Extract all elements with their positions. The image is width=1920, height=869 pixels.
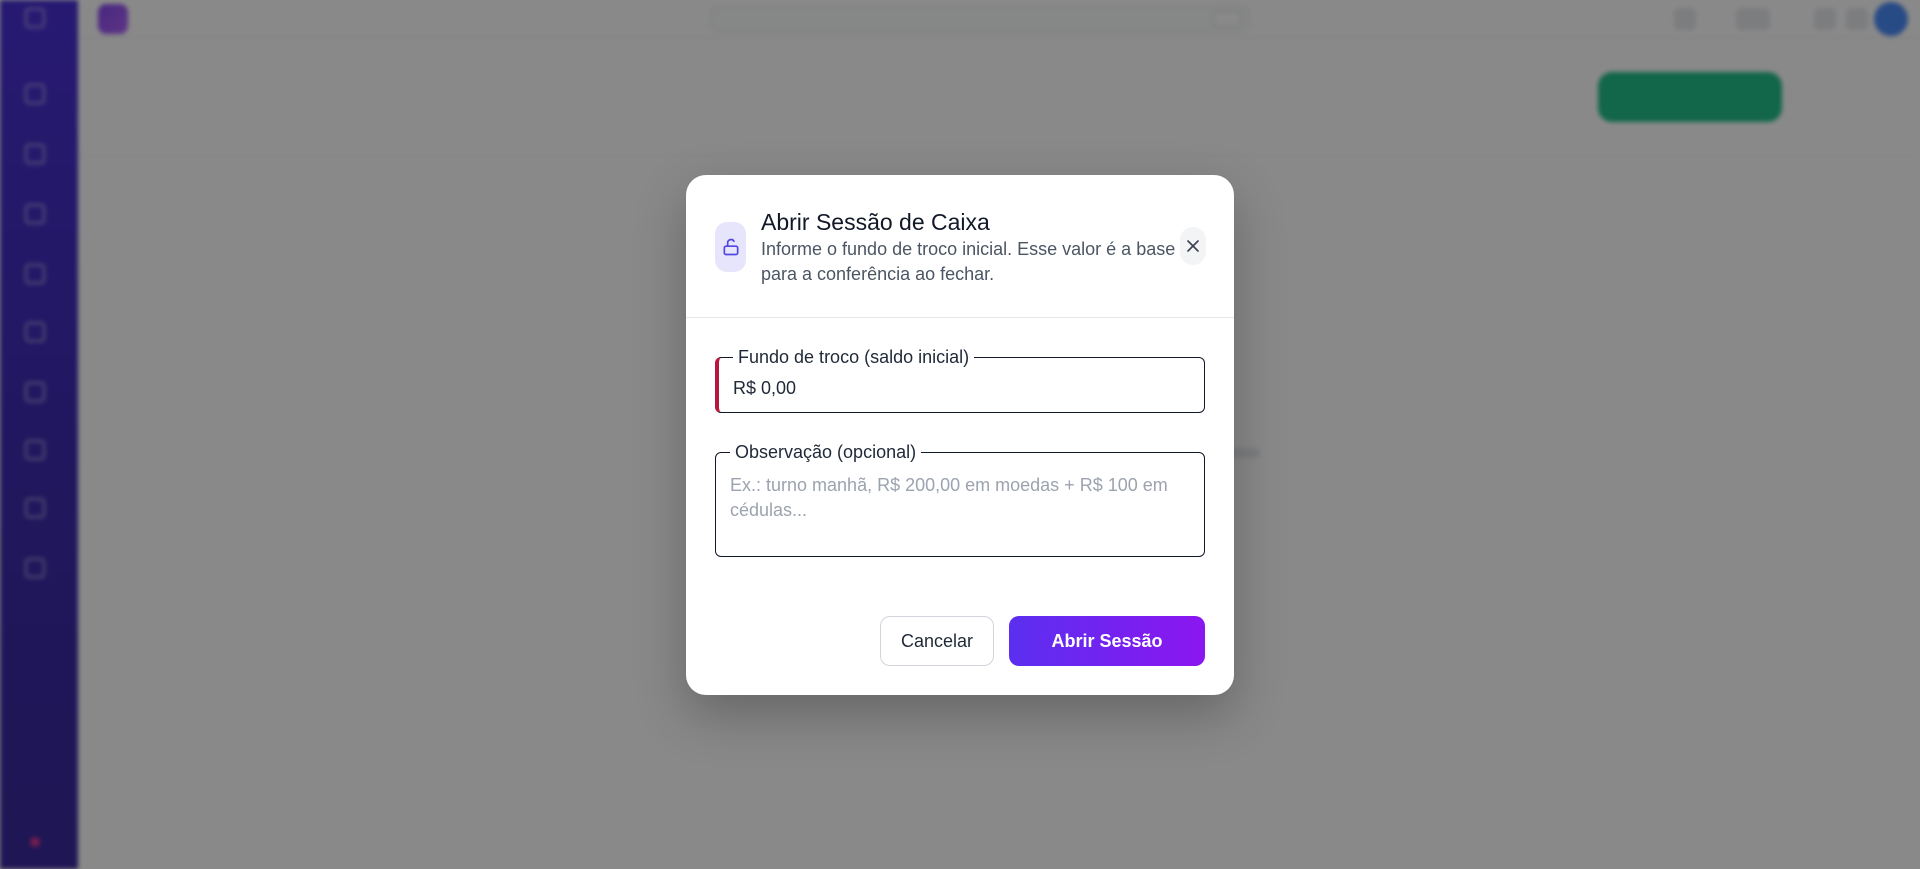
close-button[interactable] — [1180, 227, 1206, 265]
note-label: Observação (opcional) — [730, 441, 922, 463]
dialog-title: Abrir Sessão de Caixa — [761, 209, 990, 235]
open-session-button[interactable]: Abrir Sessão — [1009, 616, 1205, 666]
lock-open-icon — [715, 222, 746, 272]
close-icon — [1187, 240, 1199, 252]
initial-balance-field: Fundo de troco (saldo inicial) — [715, 346, 1205, 413]
initial-balance-input[interactable] — [733, 376, 1183, 400]
note-field: Observação (opcional) — [715, 441, 1205, 557]
dialog-subtitle: Informe o fundo de troco inicial. Esse v… — [761, 239, 1176, 284]
cancel-button[interactable]: Cancelar — [880, 616, 994, 666]
open-cash-session-dialog: Abrir Sessão de Caixa Informe o fundo de… — [686, 175, 1234, 695]
initial-balance-label: Fundo de troco (saldo inicial) — [733, 346, 975, 368]
note-input[interactable] — [730, 473, 1190, 543]
dialog-header: Abrir Sessão de Caixa Informe o fundo de… — [686, 175, 1234, 318]
